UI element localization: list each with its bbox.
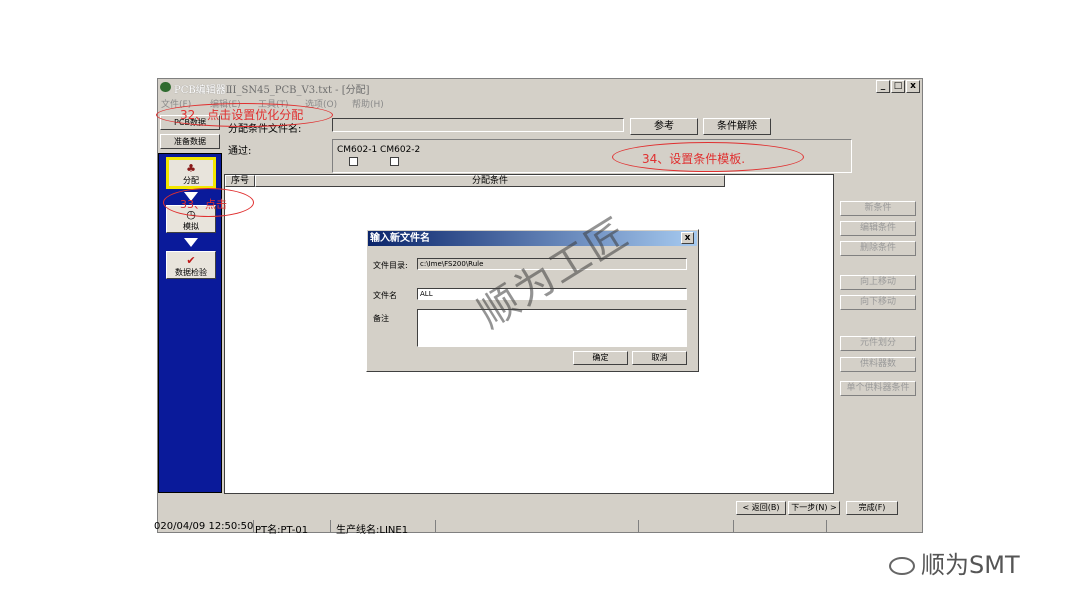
check-step-button[interactable]: ✔ 数据检验 — [166, 251, 216, 279]
annotation-34: 34、设置条件模板. — [642, 152, 746, 166]
assign-step-button[interactable]: ♣ 分配 — [166, 157, 216, 189]
reference-button[interactable]: 参考 — [630, 118, 698, 135]
new-condition-button[interactable]: 新条件 — [840, 201, 916, 216]
dialog-title-bar: 输入新文件名 x — [368, 231, 697, 246]
cancel-button[interactable]: 取消 — [632, 351, 687, 365]
wechat-icon — [889, 557, 915, 575]
single-feeder-condition-button[interactable]: 单个供料器条件 — [840, 381, 916, 396]
document-title: ⅡI_SN45_PCB_V3.txt - [分配] — [225, 85, 370, 96]
checkmark-icon: ✔ — [186, 254, 196, 267]
status-line: 生产线名:LINE1 — [336, 525, 409, 536]
left-navigation: PCB数据 准备数据 ♣ 分配 ◷ 模拟 ✔ 数据检验 — [158, 111, 224, 493]
delete-condition-button[interactable]: 删除条件 — [840, 241, 916, 256]
brand-logo: 顺为SMT — [889, 545, 1020, 580]
annotation-32: 32、点击设置优化分配 — [180, 108, 304, 122]
filename-label: 文件名 — [373, 291, 397, 300]
dialog-title: 输入新文件名 — [370, 233, 430, 244]
back-button[interactable]: < 返回(B) — [736, 501, 786, 515]
condition-file-field[interactable] — [332, 118, 624, 132]
next-button[interactable]: 下一步(N) > — [788, 501, 840, 515]
move-up-button[interactable]: 向上移动 — [840, 275, 916, 290]
note-label: 备注 — [373, 314, 389, 323]
pass-label: 通过: — [228, 146, 252, 157]
status-datetime: 020/04/09 12:50:50 — [154, 521, 254, 532]
app-icon — [160, 82, 171, 92]
column-no[interactable]: 序号 — [225, 175, 255, 187]
assign-icon: ♣ — [186, 162, 196, 175]
finish-button[interactable]: 完成(F) — [846, 501, 898, 515]
cm602-1-checkbox[interactable] — [349, 157, 358, 166]
dialog-close-button[interactable]: x — [681, 232, 694, 244]
minimize-button[interactable]: _ — [876, 80, 890, 93]
column-condition[interactable]: 分配条件 — [255, 175, 725, 187]
cm602-2-checkbox[interactable] — [390, 157, 399, 166]
app-title: PCB编辑器 — [174, 85, 226, 96]
close-button[interactable]: x — [906, 80, 920, 93]
status-bar: 020/04/09 12:50:50 PT名:PT-01 生产线名:LINE1 — [154, 520, 922, 536]
arrow-down-icon — [184, 238, 198, 247]
clear-condition-button[interactable]: 条件解除 — [703, 118, 771, 135]
component-split-button[interactable]: 元件划分 — [840, 336, 916, 351]
ok-button[interactable]: 确定 — [573, 351, 628, 365]
edit-condition-button[interactable]: 编辑条件 — [840, 221, 916, 236]
menu-help[interactable]: 帮助(H) — [352, 97, 384, 110]
prep-data-button[interactable]: 准备数据 — [160, 134, 220, 149]
note-textarea[interactable] — [417, 309, 687, 347]
machine-labels: CM602-1 CM602-2 — [337, 145, 421, 155]
annotation-33: 33、点击 — [180, 198, 227, 211]
title-bar: PCB编辑器ⅡI_SN45_PCB_V3.txt - [分配] _ □ x — [158, 79, 922, 96]
dir-label: 文件目录: — [373, 261, 408, 270]
feeder-count-button[interactable]: 供料器数 — [840, 357, 916, 372]
status-pt: PT名:PT-01 — [255, 525, 309, 536]
maximize-button[interactable]: □ — [891, 80, 905, 93]
move-down-button[interactable]: 向下移动 — [840, 295, 916, 310]
